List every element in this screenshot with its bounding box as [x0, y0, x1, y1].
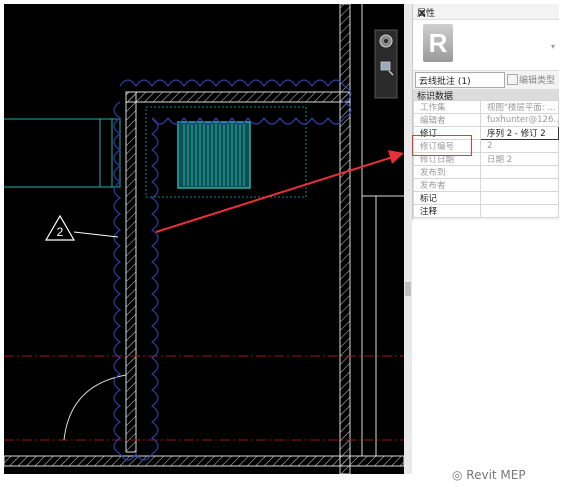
- property-key: 标记: [413, 191, 481, 205]
- properties-panel: 属性 × R ▾ 云线批注 (1) ⌄ 编辑类型 标识数据 工作集 视图"楼层平…: [412, 4, 559, 220]
- property-row[interactable]: 标记: [413, 191, 559, 205]
- air-terminal: [177, 121, 251, 189]
- property-row[interactable]: 发布到: [413, 165, 559, 179]
- property-key: 编辑者: [413, 113, 481, 127]
- close-icon[interactable]: ×: [417, 6, 555, 20]
- viewport-scrollbar[interactable]: [404, 4, 412, 474]
- chevron-down-icon[interactable]: ▾: [551, 42, 555, 51]
- navigation-bar: [374, 29, 398, 99]
- property-key: 发布到: [413, 165, 481, 179]
- revit-logo-icon: R: [423, 24, 453, 62]
- property-row[interactable]: 编辑者 fuxhunter@126...: [413, 113, 559, 127]
- edit-type-icon: [507, 74, 518, 85]
- property-value[interactable]: [480, 191, 559, 205]
- property-key: 注释: [413, 204, 481, 218]
- drawing-viewport[interactable]: 2: [4, 4, 404, 474]
- watermark: ◎ Revit MEP: [452, 468, 526, 482]
- property-row[interactable]: 发布者: [413, 178, 559, 192]
- door-swing: [63, 374, 127, 441]
- property-value[interactable]: fuxhunter@126...: [480, 113, 559, 127]
- property-value[interactable]: 日期 2: [480, 152, 559, 166]
- revision-tag-number: 2: [57, 225, 64, 239]
- watermark-text: Revit MEP: [466, 468, 526, 482]
- type-preview: R ▾: [413, 19, 559, 71]
- scrollbar-thumb[interactable]: [405, 282, 411, 296]
- floor-plan-drawing: 2: [4, 4, 404, 474]
- property-value[interactable]: [480, 165, 559, 179]
- revision-tag[interactable]: 2: [44, 214, 119, 241]
- properties-table: 工作集 视图"楼层平面: ... 编辑者 fuxhunter@126... 修订…: [413, 100, 559, 218]
- edit-type-label: 编辑类型: [519, 76, 556, 86]
- property-key: 工作集: [413, 100, 481, 114]
- section-header[interactable]: 标识数据: [413, 89, 559, 102]
- property-row[interactable]: 工作集 视图"楼层平面: ...: [413, 100, 559, 114]
- property-value[interactable]: 视图"楼层平面: ...: [480, 100, 559, 114]
- property-value[interactable]: [480, 178, 559, 192]
- property-row[interactable]: 注释: [413, 204, 559, 218]
- properties-title-bar: 属性 ×: [413, 4, 559, 20]
- property-value[interactable]: [480, 204, 559, 218]
- edit-type-button[interactable]: 编辑类型: [505, 72, 557, 86]
- property-value-dropdown[interactable]: 序列 2 - 修订 2: [480, 126, 559, 140]
- highlight-box: [412, 135, 472, 156]
- wechat-icon: ◎: [452, 468, 467, 482]
- property-key: 发布者: [413, 178, 481, 192]
- property-value[interactable]: 2: [480, 139, 559, 153]
- type-selector[interactable]: 云线批注 (1) ⌄: [415, 72, 505, 88]
- steering-wheel-icon[interactable]: [379, 34, 393, 48]
- revit-window: 2 属性 × R ▾ 云线批注 (1) ⌄ 编辑类型 标识数据 工作集 视图"楼…: [0, 0, 561, 501]
- dropdown-icon[interactable]: ⌄: [419, 74, 502, 83]
